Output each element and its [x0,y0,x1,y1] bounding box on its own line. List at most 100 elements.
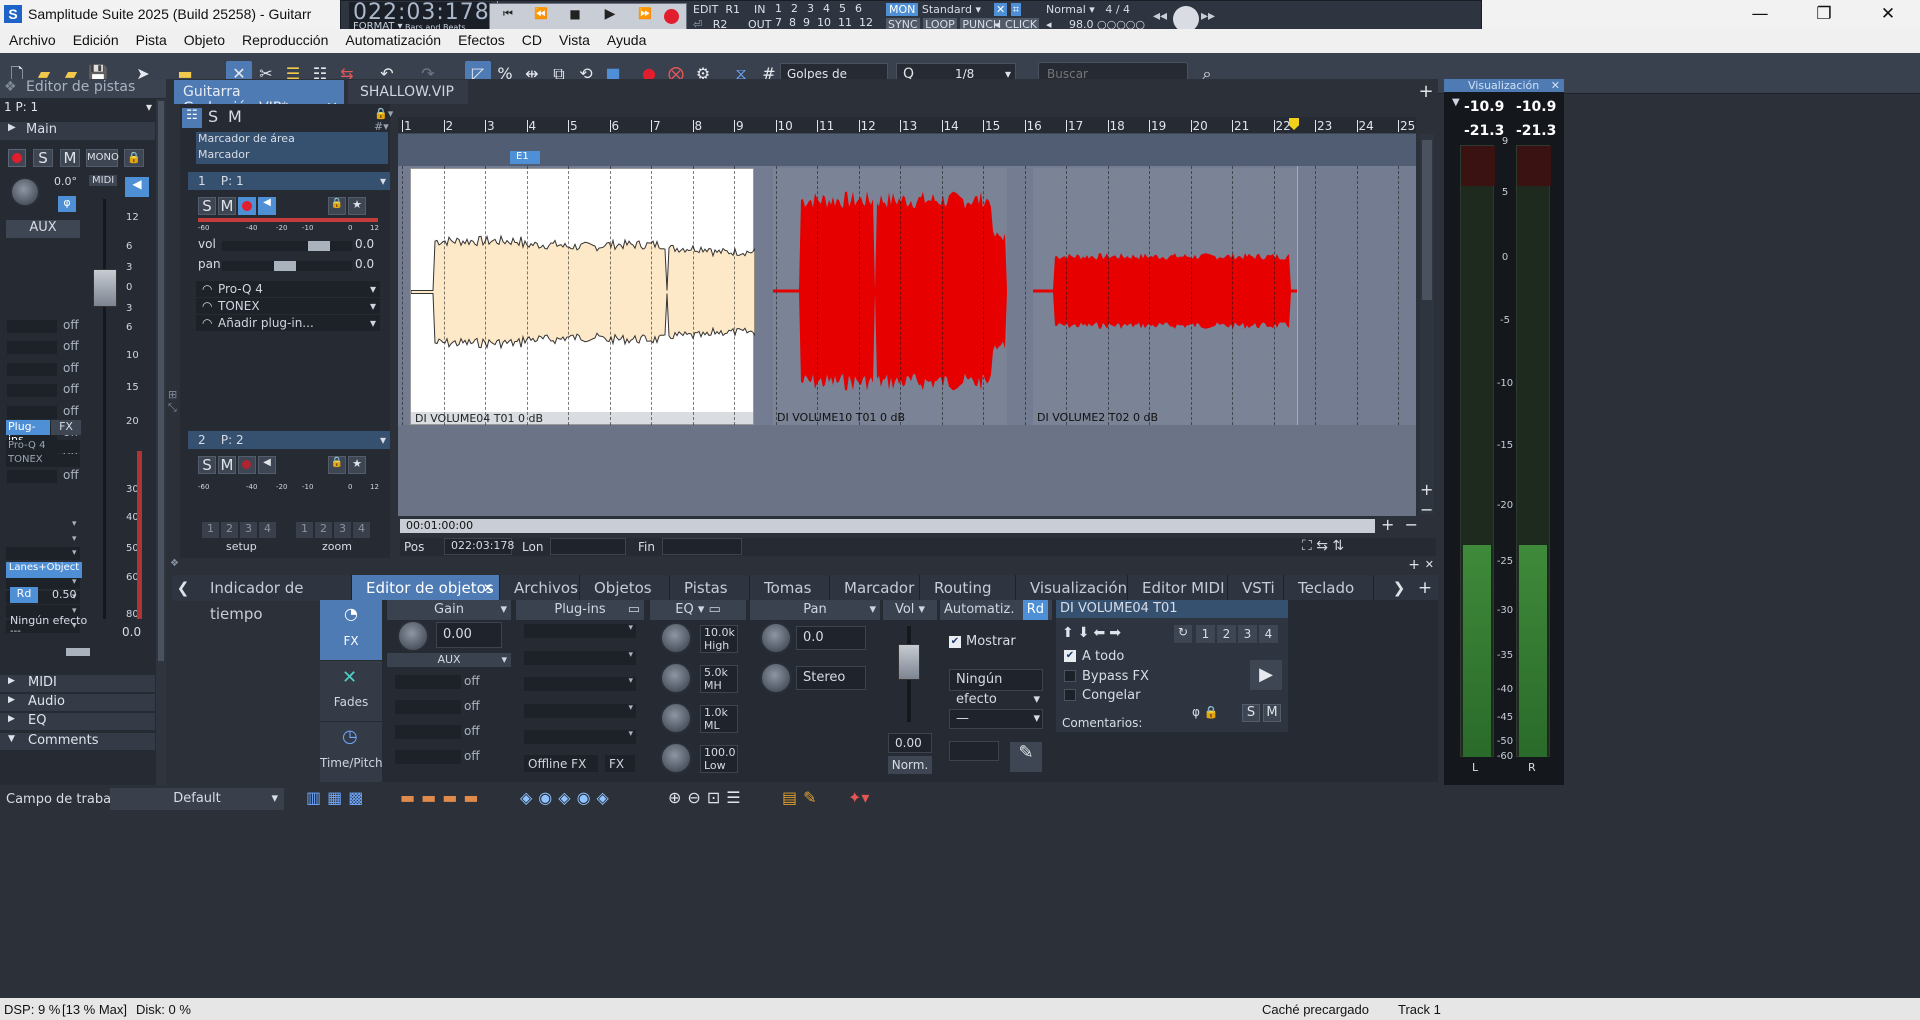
play-icon[interactable]: ▶ [594,6,626,27]
vol-fader-handle-obj[interactable] [898,644,920,680]
object-mute-button[interactable]: M [1263,704,1281,722]
object-num-1[interactable]: 1 [1196,625,1215,643]
marker-bot-4[interactable]: 11 [838,16,852,29]
menu-7[interactable]: CD [513,29,550,48]
obj-aux-send-1[interactable] [395,700,461,714]
tab-scroll-right-icon[interactable]: ❯ [1388,575,1410,601]
marker-top-5[interactable]: 6 [855,2,862,15]
automation-value-field[interactable] [949,741,999,761]
marker-lane[interactable]: Marcador [196,148,388,164]
add-tab-button[interactable]: + [1416,81,1436,102]
midi-button[interactable]: MIDI [89,175,118,186]
track-selector[interactable]: 1 P: 1 ▾ [4,100,152,118]
fast-forward-icon[interactable]: ⏩ [630,7,660,26]
plugin-slot-2[interactable]: TONEX [6,454,80,467]
marker-bot-5[interactable]: 12 [859,16,873,29]
tab-0[interactable]: Indicador de tiempo [196,575,352,623]
track-2-record-button[interactable] [238,456,256,474]
fx-chain-icons[interactable]: ▬▬▬▬ [400,788,484,807]
r1-button[interactable]: R1 [725,3,740,16]
track-1-plugin-2[interactable]: TONEX ◠ ▾ [196,298,380,314]
mostrar-checkbox[interactable]: ✔ [949,636,961,648]
dock-add-icon[interactable]: + [1408,557,1420,573]
zoomBtns-1[interactable]: 1 [296,522,313,538]
stereo-value[interactable]: Stereo [796,666,866,690]
track-1-vol-slider[interactable] [222,241,352,251]
mono-button[interactable]: MONO [86,149,119,167]
minimize-button[interactable]: — [1737,0,1783,29]
setupBtns-1[interactable]: 1 [202,522,219,538]
aux-send-7[interactable] [7,469,57,483]
rd-button[interactable]: Rd [10,587,38,603]
in-button[interactable]: IN [748,2,771,17]
gain-knob[interactable] [397,620,429,652]
comments-area[interactable] [1056,732,1288,782]
normal-mode[interactable]: Normal [1046,3,1086,16]
lock-icon[interactable]: 🔒 [124,149,144,167]
arranger-hscroll[interactable]: 00:01:00:00 [400,519,1375,533]
object-play-icon[interactable]: ▶ [1250,660,1282,690]
obj-plugin-slot-0[interactable]: ▾ [524,623,636,638]
menu-9[interactable]: Ayuda [598,29,654,48]
offline-fx-button[interactable]: Offline FX [524,755,598,772]
plugin-slot-arrow-0[interactable]: ▾ [72,519,77,529]
eq-band-knob-0[interactable] [660,622,692,654]
marker-bot-0[interactable]: 7 [775,16,782,29]
track-1-plugin-1[interactable]: Pro-Q 4 ◠ ▾ [196,281,380,297]
track-1-header[interactable]: 1 P: 1 ▾ [188,172,390,190]
setupBtns-3[interactable]: 3 [240,522,257,538]
len-field[interactable] [550,538,626,555]
automation-param-select[interactable]: — ▾ [949,709,1043,729]
marker-top-0[interactable]: 1 [775,2,782,15]
side-fx-button[interactable]: ◔ FX [320,600,382,660]
object-solo-button[interactable]: S [1242,704,1260,722]
eq-band-knob-3[interactable] [660,742,692,774]
tab-11[interactable]: Teclado [1284,575,1374,601]
plugin-empty-slot-0[interactable] [6,547,80,560]
eq-band-field-3[interactable]: 100.0 Low [700,745,738,773]
tab-project-guitarra[interactable]: Guitarra Grabación.VIP*✕ [174,80,344,116]
side-timepitch-button[interactable]: ◷ Time/Pitch [320,722,383,782]
menu-4[interactable]: Reproducción [233,29,336,48]
menu-2[interactable]: Pista [127,29,175,48]
menu-1[interactable]: Edición [64,29,127,48]
automation-rd-button[interactable]: Rd [1022,600,1048,620]
lanes-object-button[interactable]: Lanes+Object [6,562,82,578]
marker-bot-3[interactable]: 10 [817,16,831,29]
plugins-button[interactable]: Plug-ins [6,420,50,446]
menu-8[interactable]: Vista [550,29,598,48]
wand-icon[interactable]: ✦▾ [848,788,869,807]
tab-3[interactable]: Objetos [580,575,670,601]
plugin-slot-arrow-2[interactable]: ▾ [72,548,77,558]
plugin-slot-arrow-1[interactable]: ▾ [72,534,77,544]
obj-plugin-slot-2[interactable]: ▾ [524,676,636,691]
scrub-left-icon[interactable]: ◂◂ [1153,8,1167,24]
aux-send-4[interactable] [7,405,57,419]
close-window-button[interactable]: ✕ [1865,0,1911,29]
track-1-add-plugin[interactable]: Añadir plug-in... ◠ ▾ [196,315,380,331]
pan-knob-obj[interactable] [760,622,792,654]
volume-fader-track[interactable] [103,199,106,619]
marker-top-2[interactable]: 3 [807,2,814,15]
section-midi[interactable]: MIDI ▶ [0,675,155,692]
marker-e1[interactable]: E1 [510,151,540,164]
section-comments[interactable]: Comments ▼ [0,733,155,750]
bar-ruler[interactable]: 1 2 3 4 5 6 7 8 9 10 11 12 13 14 15 16 17 18 19 20 21 22 23 24 2… [398,117,1416,134]
volume-fader-handle[interactable] [93,269,117,307]
aux-send-2[interactable] [7,362,57,376]
setupBtns-4[interactable]: 4 [259,522,276,538]
pan-value-obj[interactable]: 0.0 [796,626,866,650]
snap-x-icon[interactable]: ✕ [994,3,1008,16]
obj-aux-send-2[interactable] [395,725,461,739]
automation-effect-select[interactable]: Ningún efecto ▾ [949,669,1043,707]
object-num-3[interactable]: 3 [1238,625,1257,643]
end-field[interactable] [662,538,742,555]
track-1-record-button[interactable] [238,197,256,215]
menu-0[interactable]: Archivo [0,29,64,48]
tracks-grid-icon[interactable]: ☷ [182,108,202,128]
area-marker-lane[interactable]: Marcador de área [196,132,388,148]
vzoom-buttons[interactable]: + − [1420,480,1433,520]
gain-value[interactable]: 0.00 [436,622,502,648]
tab-6[interactable]: Marcador [830,575,920,601]
object-reset-icon[interactable]: ↻ [1174,625,1192,643]
